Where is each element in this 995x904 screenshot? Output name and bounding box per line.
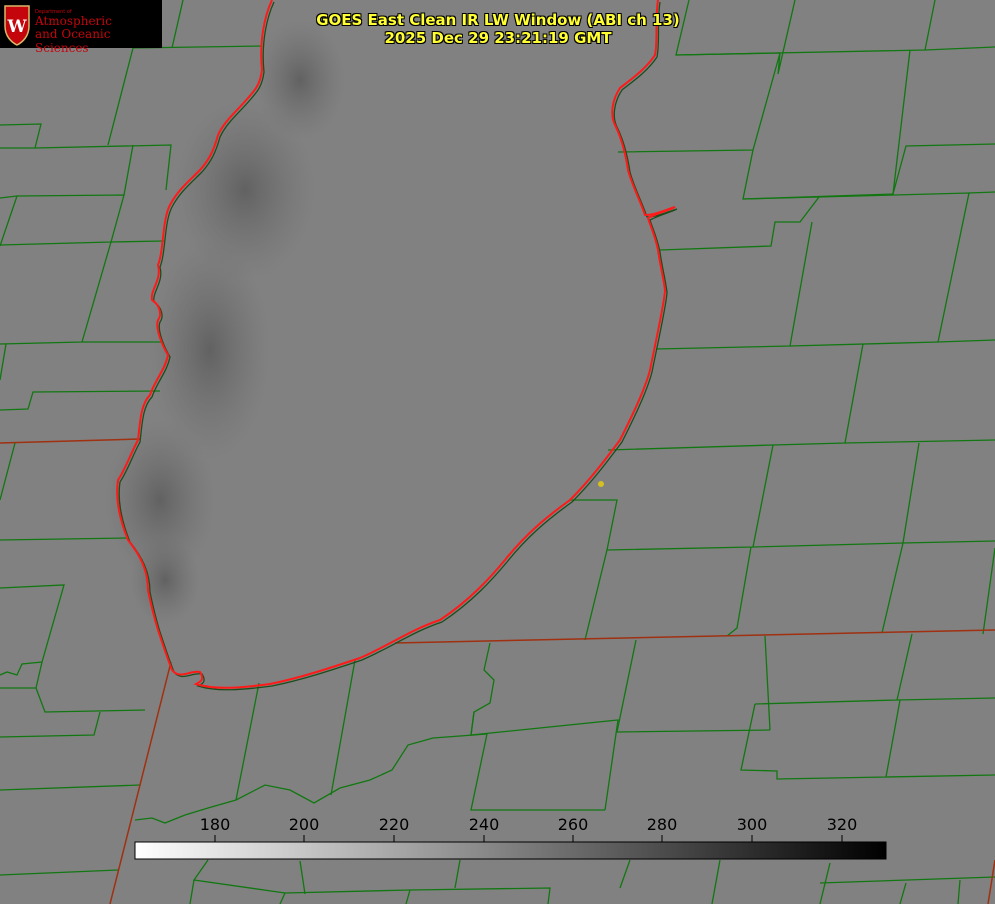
aos-logo: W Department of Atmospheric and Oceanic …: [0, 0, 162, 55]
title-line-2: 2025 Dec 29 23:21:19 GMT: [384, 29, 612, 47]
colorbar-tick-label: 320: [826, 815, 858, 834]
satellite-image: 180 200 220 240 260 280 300 320 GOES Eas…: [0, 0, 995, 904]
colorbar: [134, 835, 887, 860]
title-line-1: GOES East Clean IR LW Window (ABI ch 13): [316, 11, 680, 29]
svg-text:W: W: [6, 17, 27, 37]
colorbar-tick-label: 200: [288, 815, 320, 834]
colorbar-tick-label: 220: [378, 815, 410, 834]
image-title: GOES East Clean IR LW Window (ABI ch 13)…: [280, 11, 716, 47]
logo-name-line-1: Atmospheric: [35, 14, 112, 28]
colorbar-tick-label: 300: [736, 815, 768, 834]
station-marker: [598, 481, 604, 487]
uw-crest-icon: W: [4, 5, 30, 46]
colorbar-tick-label: 280: [646, 815, 678, 834]
map-canvas: [0, 0, 995, 904]
colorbar-tick-label: 180: [199, 815, 231, 834]
logo-name-line-2: and Oceanic Sciences: [35, 27, 111, 55]
colorbar-tick-label: 240: [468, 815, 500, 834]
colorbar-tick-marks: [214, 835, 843, 842]
lake-effect-clouds: [105, 20, 345, 625]
colorbar-tick-label: 260: [557, 815, 589, 834]
